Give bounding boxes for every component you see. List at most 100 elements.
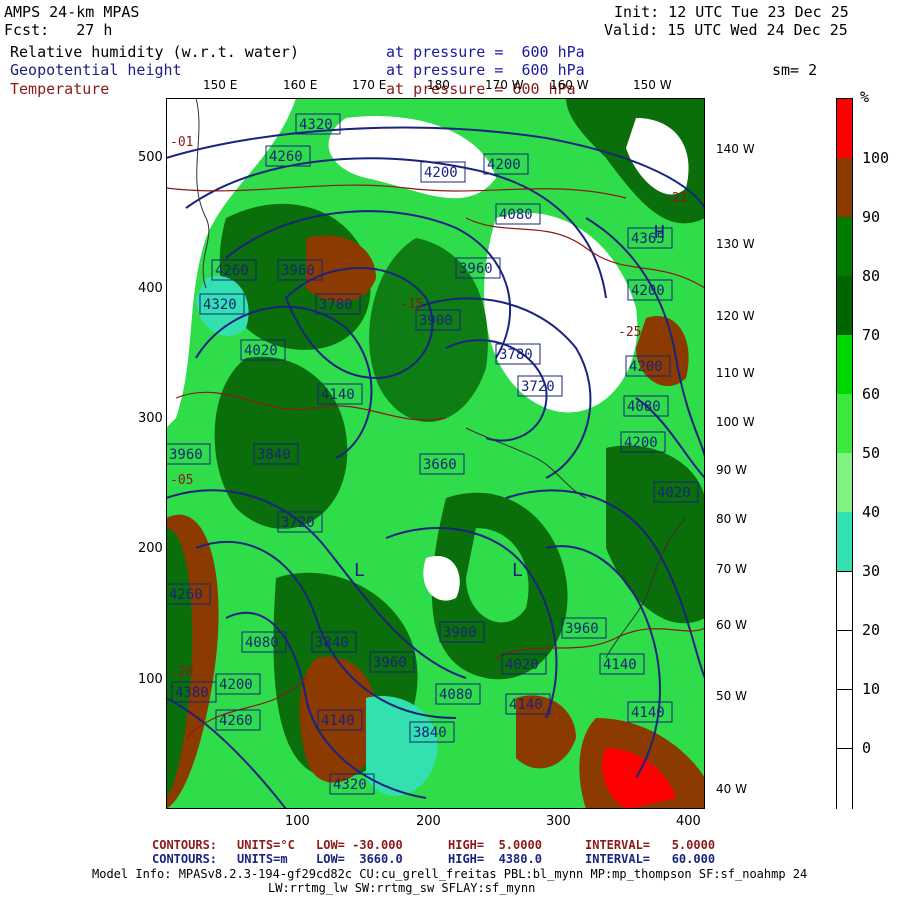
rh-field-name: Relative humidity (w.r.t. water) (10, 43, 299, 61)
height-label: 3900 (419, 313, 453, 329)
height-label: 4200 (424, 165, 458, 181)
colorbar-label: 70 (862, 326, 881, 344)
colorbar-divider (837, 630, 852, 631)
low-pressure-marker: L (354, 560, 365, 581)
colorbar-label: 80 (862, 267, 881, 285)
colorbar-segment (837, 335, 852, 394)
height-label: 4080 (627, 399, 661, 415)
temperature-contour-units: UNITS=°C (237, 838, 295, 852)
colorbar-segment (837, 453, 852, 512)
temperature-contour-low: LOW= -30.000 (316, 838, 403, 852)
valid-time: Valid: 15 UTC Wed 24 Dec 25 (604, 21, 848, 39)
top-lon-label: 170 W (485, 78, 524, 92)
colorbar-label: 10 (862, 680, 881, 698)
height-contour-interval: INTERVAL= 60.000 (585, 852, 716, 866)
height-label: 4080 (245, 635, 279, 651)
temperature-label: -01 (170, 135, 193, 150)
humidity-colorbar (836, 98, 853, 810)
height-contour-units: UNITS=m (237, 852, 288, 866)
y-tick-label: 400 (138, 281, 163, 296)
right-lon-label: 140 W (716, 142, 755, 156)
y-tick-label: 300 (138, 411, 163, 426)
y-tick-label: 500 (138, 150, 163, 165)
height-label: 4260 (219, 713, 253, 729)
height-label: 3960 (565, 621, 599, 637)
model-title: AMPS 24-km MPAS (4, 3, 140, 21)
temperature-label: -20 (170, 665, 193, 680)
colorbar-segment (837, 512, 852, 571)
height-label: 3780 (499, 347, 533, 363)
height-label: 3840 (413, 725, 447, 741)
height-contour-label: CONTOURS: (152, 852, 218, 866)
right-lon-label: 80 W (716, 512, 747, 526)
colorbar-label: 90 (862, 208, 881, 226)
height-label: 4200 (624, 435, 658, 451)
height-label: 3960 (459, 261, 493, 277)
colorbar-segment (837, 217, 852, 276)
height-label: 3960 (169, 447, 203, 463)
height-label: 3960 (373, 655, 407, 671)
height-label: 4260 (215, 263, 249, 279)
height-label: 3900 (443, 625, 477, 641)
colorbar-segment (837, 394, 852, 453)
height-label: 3660 (423, 457, 457, 473)
top-lon-label: 150 W (633, 78, 672, 92)
right-lon-label: 130 W (716, 237, 755, 251)
height-label: 4020 (505, 657, 539, 673)
height-label: 4080 (499, 207, 533, 223)
colorbar-label: 0 (862, 739, 872, 757)
low-pressure-marker: L (512, 560, 523, 581)
height-label: 4320 (203, 297, 237, 313)
height-label: 4140 (509, 697, 543, 713)
height-label: 3720 (281, 515, 315, 531)
colorbar-divider (837, 571, 852, 572)
height-label: 4140 (603, 657, 637, 673)
right-lon-label: 40 W (716, 782, 747, 796)
y-tick-label: 100 (138, 672, 163, 687)
colorbar-segment (837, 99, 852, 158)
height-label: 4140 (321, 387, 355, 403)
height-contour-high: HIGH= 4380.0 (448, 852, 542, 866)
temperature-contour-interval: INTERVAL= 5.0000 (585, 838, 716, 852)
colorbar-segment (837, 158, 852, 217)
x-tick-label: 200 (416, 814, 441, 829)
right-lon-label: 60 W (716, 618, 747, 632)
colorbar-label: 100 (862, 149, 890, 167)
smoothing-label: sm= 2 (772, 61, 818, 79)
temperature-label: -05 (170, 473, 193, 488)
colorbar-divider (837, 748, 852, 749)
rh-field-level: at pressure = 600 hPa (386, 43, 585, 61)
right-lon-label: 120 W (716, 309, 755, 323)
colorbar-segment (837, 276, 852, 335)
top-lon-label: 170 E (352, 78, 387, 92)
temperature-label: -15 (400, 297, 423, 312)
height-label: 4260 (169, 587, 203, 603)
temperature-contour-high: HIGH= 5.0000 (448, 838, 542, 852)
height-label: 3780 (319, 297, 353, 313)
temperature-field-level: at pressure = 600 hPa (386, 80, 576, 98)
temperature-label: -22 (664, 191, 687, 206)
right-lon-label: 100 W (716, 415, 755, 429)
height-field-level: at pressure = 600 hPa (386, 61, 585, 79)
high-pressure-marker: H (654, 222, 665, 243)
right-lon-label: 70 W (716, 562, 747, 576)
x-tick-label: 100 (285, 814, 310, 829)
height-label: 4140 (321, 713, 355, 729)
height-label: 4260 (269, 149, 303, 165)
top-lon-label: 160 W (550, 78, 589, 92)
y-tick-label: 200 (138, 541, 163, 556)
height-contour-low: LOW= 3660.0 (316, 852, 403, 866)
model-info: Model Info: MPASv8.2.3-194-gf29cd82c CU:… (92, 867, 808, 881)
top-lon-label: 160 E (283, 78, 318, 92)
height-label: 4320 (333, 777, 367, 793)
x-tick-label: 300 (546, 814, 571, 829)
colorbar-segment (837, 571, 852, 810)
height-label: 3840 (257, 447, 291, 463)
forecast-hour: Fcst: 27 h (4, 21, 113, 39)
height-label: 4140 (631, 705, 665, 721)
x-tick-label: 400 (676, 814, 701, 829)
colorbar-unit: % (860, 88, 870, 106)
height-field-name: Geopotential height (10, 61, 182, 79)
colorbar-label: 20 (862, 621, 881, 639)
height-label: 4200 (487, 157, 521, 173)
